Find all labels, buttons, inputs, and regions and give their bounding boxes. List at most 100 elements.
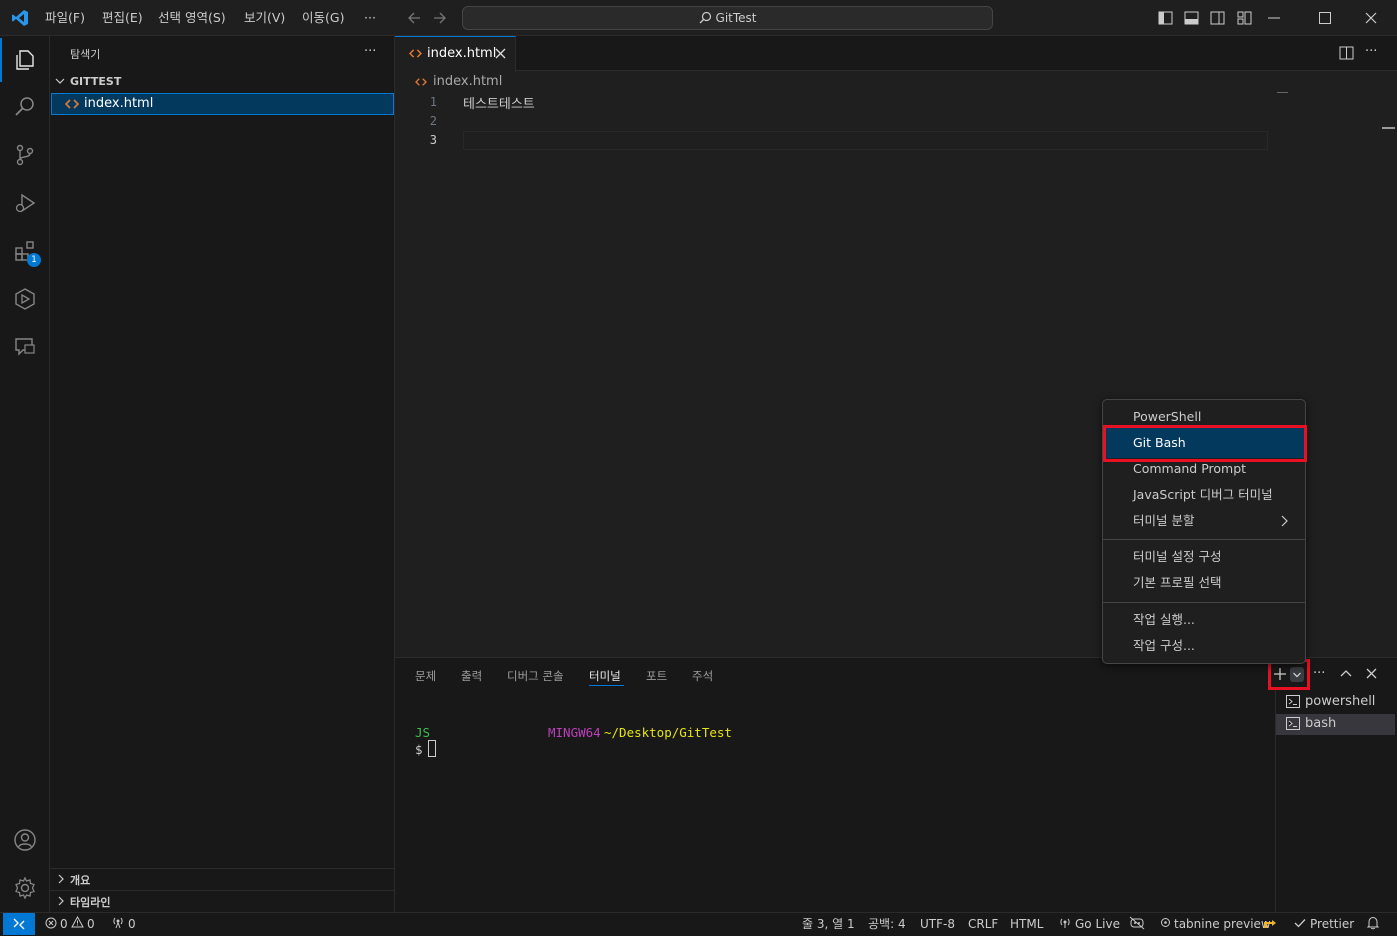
toggle-secondary-sidebar-icon[interactable] <box>1210 11 1225 25</box>
command-center-search[interactable]: GitTest <box>462 6 993 30</box>
extensions-icon[interactable] <box>0 229 50 273</box>
toggle-primary-sidebar-icon[interactable] <box>1158 11 1173 25</box>
encoding[interactable]: UTF-8 <box>920 913 955 935</box>
tab-debug-console[interactable]: 디버그 콘솔 <box>507 668 564 684</box>
minimize-icon[interactable] <box>1268 17 1280 19</box>
tab-output[interactable]: 출력 <box>461 668 482 684</box>
language-mode[interactable]: HTML <box>1010 913 1043 935</box>
forward-arrow-icon[interactable] <box>432 11 448 25</box>
tab-problems[interactable]: 문제 <box>415 668 436 684</box>
line-number-active: 3 <box>429 133 437 147</box>
line-number: 2 <box>429 114 437 128</box>
tab-comments[interactable]: 주석 <box>692 668 713 684</box>
remote-indicator[interactable] <box>3 913 35 935</box>
terminal-icon <box>1286 717 1300 730</box>
terminal-label: bash <box>1305 716 1337 731</box>
tab-label: index.html <box>427 46 497 61</box>
current-line-highlight <box>463 131 1268 150</box>
chevron-right-icon[interactable] <box>56 874 66 884</box>
menu-item-run-task[interactable]: 작업 실행... <box>1103 607 1305 633</box>
accounts-icon[interactable] <box>0 818 50 862</box>
search-view-icon[interactable] <box>0 85 50 129</box>
terminal-user: JS <box>415 725 431 740</box>
folder-gittest[interactable]: GITTEST <box>70 75 121 88</box>
close-panel-icon[interactable] <box>1366 668 1377 679</box>
end-of-line[interactable]: CRLF <box>968 913 998 935</box>
warning-icon <box>71 916 84 928</box>
go-live-button[interactable]: Go Live <box>1075 913 1120 935</box>
launch-profile-button[interactable] <box>1290 667 1304 682</box>
settings-gear-icon[interactable] <box>0 866 50 910</box>
error-count[interactable]: 0 <box>60 913 68 935</box>
chat-icon[interactable] <box>0 325 50 369</box>
html-file-icon <box>65 98 79 110</box>
command-center-label: GitTest <box>463 11 992 25</box>
source-control-icon[interactable] <box>0 133 50 177</box>
menu-more[interactable]: ··· <box>364 0 376 36</box>
notifications-bell-icon[interactable] <box>1367 916 1379 930</box>
divider <box>50 868 394 869</box>
editor-more-button[interactable]: ··· <box>1365 44 1377 59</box>
menu-item-select-default-profile[interactable]: 기본 프로필 선택 <box>1103 570 1305 596</box>
broadcast-icon <box>111 916 125 929</box>
timeline-section[interactable]: 타임라인 <box>70 894 110 910</box>
copilot-icon[interactable] <box>1129 916 1145 930</box>
menu-edit[interactable]: 편집(E) <box>102 0 143 36</box>
cursor-position[interactable]: 줄 3, 열 1 <box>802 913 855 935</box>
menu-go[interactable]: 이동(G) <box>302 0 344 36</box>
split-editor-icon[interactable] <box>1339 46 1354 60</box>
menu-separator <box>1103 539 1305 540</box>
menu-view[interactable]: 보기(V) <box>244 0 285 36</box>
close-tab-icon[interactable] <box>495 48 506 59</box>
customize-layout-icon[interactable] <box>1237 11 1252 25</box>
warning-count[interactable]: 0 <box>87 913 95 935</box>
explorer-icon[interactable] <box>0 38 50 82</box>
menu-file[interactable]: 파일(F) <box>45 0 85 36</box>
html-file-icon <box>415 77 427 87</box>
menu-item-js-debug-terminal[interactable]: JavaScript 디버그 터미널 <box>1103 482 1305 508</box>
menu-separator <box>1103 602 1305 603</box>
toggle-panel-icon[interactable] <box>1184 11 1199 25</box>
maximize-icon[interactable] <box>1319 12 1331 24</box>
explorer-sidebar <box>50 36 395 912</box>
menu-item-configure-tasks[interactable]: 작업 구성... <box>1103 633 1305 659</box>
go-live-icon <box>1059 917 1071 929</box>
breadcrumb[interactable]: index.html <box>433 74 502 89</box>
back-arrow-icon[interactable] <box>406 11 422 25</box>
indentation[interactable]: 공백: 4 <box>868 913 906 935</box>
terminal-cursor[interactable] <box>428 740 436 757</box>
terminal-path: ~/Desktop/GitTest <box>604 725 732 740</box>
tab-ports[interactable]: 포트 <box>646 668 667 684</box>
tabnine-icon <box>1160 917 1171 928</box>
divider <box>50 890 394 891</box>
panel-more-button[interactable]: ··· <box>1313 666 1325 681</box>
ports-count[interactable]: 0 <box>128 913 136 935</box>
menu-item-split-terminal[interactable]: 터미널 분할 <box>1103 508 1305 534</box>
active-tab-underline <box>589 685 624 686</box>
search-icon <box>699 11 712 24</box>
tabnine-status[interactable]: tabnine preview <box>1174 913 1271 935</box>
extensions-badge: 1 <box>27 253 41 267</box>
outline-section[interactable]: 개요 <box>70 872 90 888</box>
menu-item-configure-terminal[interactable]: 터미널 설정 구성 <box>1103 544 1305 570</box>
tab-terminal[interactable]: 터미널 <box>589 668 621 684</box>
plus-icon[interactable] <box>1273 667 1287 681</box>
scrollbar-cursor-marker <box>1382 127 1395 129</box>
remote-explorer-icon[interactable] <box>0 277 50 321</box>
code-line[interactable]: 테스트테스트 <box>463 93 535 112</box>
editor-tab-bar <box>395 36 1397 71</box>
menu-selection[interactable]: 선택 영역(S) <box>158 0 226 36</box>
menu-item-command-prompt[interactable]: Command Prompt <box>1103 456 1305 482</box>
run-debug-icon[interactable] <box>0 181 50 225</box>
close-window-icon[interactable] <box>1365 12 1377 24</box>
error-icon <box>45 917 57 929</box>
chevron-up-icon[interactable] <box>1340 668 1352 678</box>
chevron-down-icon[interactable] <box>55 76 65 86</box>
prettier-status[interactable]: Prettier <box>1310 913 1354 935</box>
vscode-logo-icon <box>11 9 29 27</box>
check-icon <box>1294 918 1306 928</box>
file-label: index.html <box>84 96 154 111</box>
chevron-right-icon[interactable] <box>56 896 66 906</box>
workspace-name: GitTest <box>715 11 757 25</box>
sidebar-more-button[interactable]: ··· <box>364 44 376 59</box>
